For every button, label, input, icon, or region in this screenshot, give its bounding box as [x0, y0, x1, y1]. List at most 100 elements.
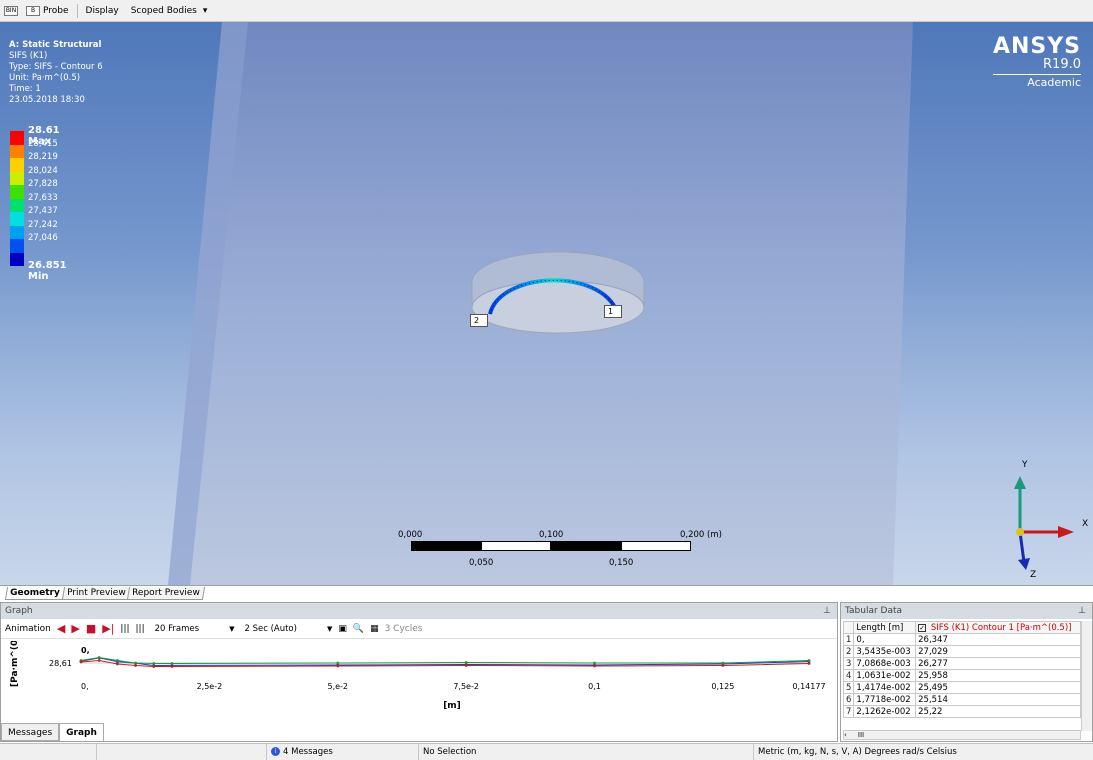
- data-point: [170, 665, 174, 668]
- result-sets-icon[interactable]: |||: [136, 624, 145, 634]
- scoped-bodies-dropdown[interactable]: Scoped Bodies ▾: [127, 6, 208, 16]
- animation-label: Animation: [5, 623, 51, 634]
- tabular-data-panel: Tabular Data ⊥ Length [m] ✓ SIFS (K1) Co…: [840, 602, 1093, 742]
- duration-dropdown[interactable]: 2 Sec (Auto) ▼: [240, 624, 332, 634]
- legend-swatch: [10, 239, 24, 253]
- table-row[interactable]: 2 3,5435e-003 27,029: [842, 645, 1081, 658]
- min-icon[interactable]: BIN: [4, 5, 18, 16]
- data-point: [152, 662, 156, 665]
- export-video-icon[interactable]: ▣: [338, 624, 347, 634]
- messages-count: 4 Messages: [283, 747, 333, 757]
- data-point: [721, 661, 725, 665]
- sifs-column-header[interactable]: ✓ SIFS (K1) Contour 1 [Pa·m^(0.5)]: [915, 621, 1081, 634]
- length-cell: 1,7718e-002: [853, 693, 917, 706]
- table-row[interactable]: 4 1,0631e-002 25,958: [842, 669, 1081, 682]
- table-row[interactable]: 3 7,0868e-003 26,277: [842, 657, 1081, 670]
- color-bar-icon[interactable]: ▦: [370, 624, 379, 634]
- legend-band: 27,242: [10, 220, 58, 239]
- next-frame-icon[interactable]: ▶|: [102, 622, 114, 635]
- data-point: [115, 662, 119, 666]
- legend-band: 28.61 Max: [10, 125, 60, 147]
- legend-band: 28,415: [10, 139, 58, 158]
- toolbar-separator: [76, 3, 78, 18]
- scoped-bodies-value: Scoped Bodies: [130, 5, 197, 16]
- table-row[interactable]: 1 0, 26,347: [842, 633, 1081, 646]
- graphics-viewport[interactable]: A: Static Structural SIFS (K1) Type: SIF…: [0, 22, 1093, 585]
- messages-status[interactable]: i4 Messages: [266, 744, 418, 760]
- zoom-icon[interactable]: 🔍: [353, 624, 364, 634]
- triad-axes: [1014, 476, 1074, 570]
- series-checkbox[interactable]: ✓: [918, 623, 927, 632]
- tab-label: Geometry: [10, 588, 60, 598]
- length-cell: 3,5435e-003: [853, 645, 917, 658]
- distributed-frames-icon[interactable]: |||: [120, 624, 129, 634]
- table-row[interactable]: 5 1,4174e-002 25,495: [842, 681, 1081, 694]
- ansys-logo: ANSYS R19.0 Academic: [992, 36, 1081, 90]
- pin-icon[interactable]: ⊥: [823, 603, 831, 619]
- legend-label: 28,219: [28, 152, 58, 162]
- tab-label: Report Preview: [132, 588, 201, 598]
- row-index: 3: [842, 657, 855, 670]
- sifs-cell: 25,514: [915, 693, 1081, 706]
- data-point: [97, 656, 101, 659]
- frames-dropdown[interactable]: 20 Frames ▼: [151, 624, 235, 634]
- legend-min-label: 26.851 Min: [28, 260, 67, 282]
- tab-report-preview[interactable]: Report Preview: [127, 587, 206, 600]
- probe-label: Probe: [43, 5, 69, 16]
- tabular-data-table[interactable]: Length [m] ✓ SIFS (K1) Contour 1 [Pa·m^(…: [842, 621, 1081, 718]
- sifs-cell: 25,495: [915, 681, 1081, 694]
- legend-band: 27,828: [10, 179, 58, 199]
- data-point: [593, 661, 596, 665]
- series-line: [80, 656, 810, 664]
- pin-icon[interactable]: ⊥: [1078, 603, 1086, 619]
- data-point: [336, 661, 340, 665]
- probe-label-2[interactable]: 2: [470, 314, 488, 327]
- horizontal-scrollbar[interactable]: ‹ III: [843, 730, 1081, 740]
- y-tick-label: 0,: [81, 646, 90, 655]
- index-header: [842, 621, 855, 634]
- result-line: 23.05.2018 18:30: [9, 95, 85, 105]
- tabular-title: Tabular Data: [845, 606, 903, 616]
- result-header: A: Static Structural SIFS (K1) Type: SIF…: [9, 40, 103, 106]
- table-row[interactable]: 7 2,1262e-002 25,22: [842, 705, 1081, 718]
- color-legend[interactable]: 28.61 Max 28,415 28,219 28,024 27,828 27,633 2…: [10, 125, 67, 282]
- legend-label: 28,024: [28, 165, 58, 176]
- tab-print-preview[interactable]: Print Preview: [61, 587, 131, 600]
- probe-label-1[interactable]: 1: [604, 305, 622, 318]
- play-icon[interactable]: ▶: [71, 622, 79, 635]
- scale-segment: [481, 541, 551, 551]
- coordinate-triad[interactable]: Y X Z: [1000, 442, 1090, 580]
- legend-swatch: [10, 144, 24, 158]
- tab-graph[interactable]: Graph: [59, 723, 104, 741]
- scale-segment: [551, 541, 621, 551]
- x-tick-label: 2,5e-2: [197, 682, 223, 691]
- brand-edition: Academic: [992, 74, 1081, 90]
- row-index: 5: [842, 681, 855, 694]
- data-point: [464, 664, 468, 667]
- tab-label: Print Preview: [66, 588, 126, 598]
- data-point: [593, 664, 596, 668]
- graph-plot[interactable]: 0, 28,61 [Pa·m^(0.5 0, 2,5e-2 5,e-2 7,5e-2 0,1 0…: [1, 641, 837, 723]
- legend-band: [10, 252, 24, 266]
- data-point: [464, 661, 468, 664]
- legend-band: 27,633: [10, 193, 58, 212]
- tab-messages[interactable]: Messages: [1, 723, 60, 741]
- y-tick-label: 28,61: [49, 659, 72, 668]
- display-button[interactable]: Display: [84, 6, 121, 16]
- series-line: [80, 657, 810, 667]
- stop-icon[interactable]: ■: [86, 622, 96, 635]
- vertical-scrollbar[interactable]: [1081, 621, 1092, 731]
- previous-frame-icon[interactable]: ◀: [57, 622, 65, 635]
- length-column-header[interactable]: Length [m]: [853, 621, 917, 634]
- legend-swatch: [10, 212, 24, 226]
- table-row[interactable]: 6 1,7718e-002 25,514: [842, 693, 1081, 706]
- units-status[interactable]: Metric (m, kg, N, s, V, A) Degrees rad/s…: [753, 744, 1093, 760]
- length-cell: 1,4174e-002: [853, 681, 917, 694]
- probe-button[interactable]: B Probe: [24, 5, 71, 16]
- x-axis-label: [m]: [443, 701, 461, 711]
- graph-panel-title: Graph ⊥: [1, 603, 837, 619]
- tab-geometry[interactable]: Geometry: [4, 587, 65, 600]
- x-tick-label: 0,: [81, 682, 89, 691]
- legend-min-row: 26.851 Min: [10, 260, 67, 282]
- chevron-down-icon: ▼: [326, 624, 333, 633]
